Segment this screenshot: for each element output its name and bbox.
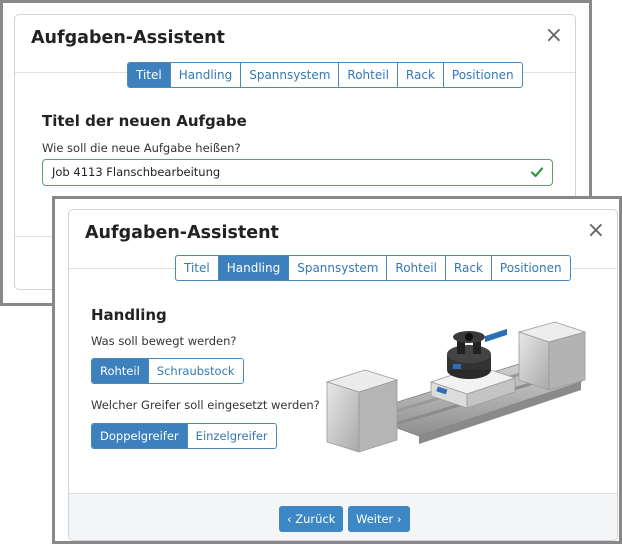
tab-handling[interactable]: Handling <box>217 256 289 280</box>
tab-rack[interactable]: Rack <box>396 63 443 87</box>
tab-handling[interactable]: Handling <box>169 63 241 87</box>
tab-positionen[interactable]: Positionen <box>490 256 570 280</box>
move-option-schraubstock[interactable]: Schraubstock <box>147 359 243 383</box>
tab-titel[interactable]: Titel <box>176 256 218 280</box>
tab-positionen[interactable]: Positionen <box>442 63 522 87</box>
section-title: Handling <box>91 306 167 324</box>
gripper-option-einzelgreifer[interactable]: Einzelgreifer <box>186 424 276 448</box>
task-title-input[interactable]: Job 4113 Flanschbearbeitung <box>42 159 553 186</box>
front-window-frame: Aufgaben-Assistent × Titel Handling Span… <box>52 196 622 544</box>
move-question-label: Was soll bewegt werden? <box>91 334 237 348</box>
check-icon <box>530 167 544 178</box>
wizard-tabs: Titel Handling Spannsystem Rohteil Rack … <box>175 255 571 281</box>
close-icon[interactable]: × <box>545 25 563 47</box>
next-button[interactable]: Weiter › <box>348 506 410 532</box>
tab-spannsystem[interactable]: Spannsystem <box>288 256 386 280</box>
gripper-machine-illustration <box>325 321 587 453</box>
task-title-value: Job 4113 Flanschbearbeitung <box>52 165 221 179</box>
section-title: Titel der neuen Aufgabe <box>42 112 247 130</box>
tab-titel[interactable]: Titel <box>128 63 170 87</box>
dialog-title: Aufgaben-Assistent <box>31 28 225 48</box>
move-option-group: Rohteil Schraubstock <box>91 358 244 384</box>
wizard-tabs: Titel Handling Spannsystem Rohteil Rack … <box>127 62 523 88</box>
gripper-question-label: Welcher Greifer soll eingesetzt werden? <box>91 398 320 412</box>
back-button[interactable]: ‹ Zurück <box>279 506 344 532</box>
tab-rack[interactable]: Rack <box>444 256 491 280</box>
question-label: Wie soll die neue Aufgabe heißen? <box>42 141 241 155</box>
tab-rohteil[interactable]: Rohteil <box>338 63 397 87</box>
front-window: Aufgaben-Assistent × Titel Handling Span… <box>55 199 619 541</box>
front-dialog: Aufgaben-Assistent × Titel Handling Span… <box>68 209 618 541</box>
gripper-option-group: Doppelgreifer Einzelgreifer <box>91 423 277 449</box>
footer-divider <box>69 493 617 494</box>
tab-rohteil[interactable]: Rohteil <box>386 256 445 280</box>
tab-spannsystem[interactable]: Spannsystem <box>240 63 338 87</box>
gripper-option-doppelgreifer[interactable]: Doppelgreifer <box>92 424 187 448</box>
close-icon[interactable]: × <box>587 220 605 242</box>
move-option-rohteil[interactable]: Rohteil <box>92 359 148 383</box>
dialog-title: Aufgaben-Assistent <box>85 223 279 243</box>
